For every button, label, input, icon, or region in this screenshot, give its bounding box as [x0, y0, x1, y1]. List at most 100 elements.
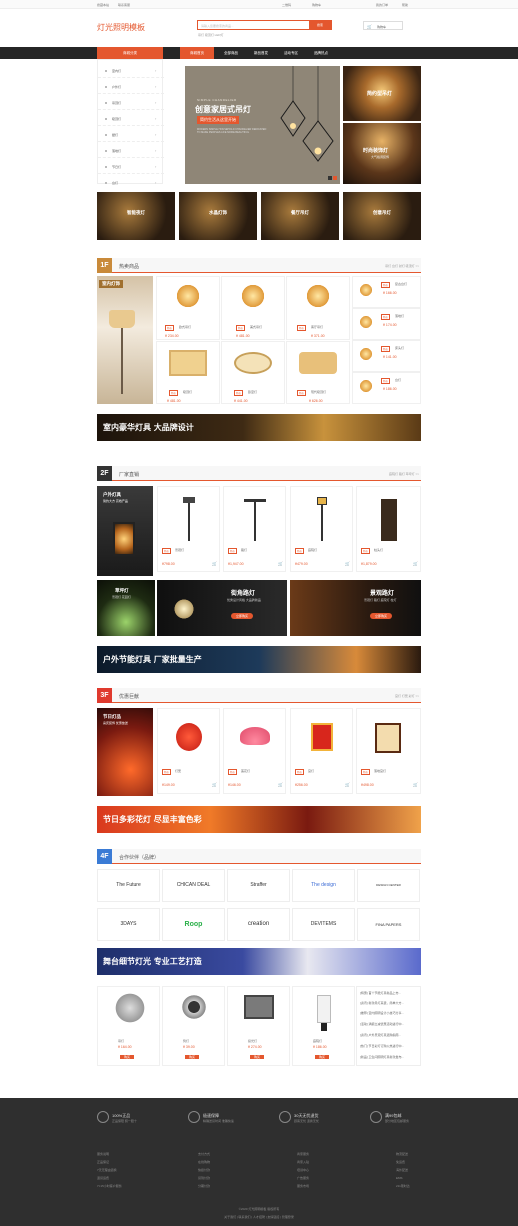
floor-2-feature[interactable]: 户外灯具 简约大方 高档产品: [97, 486, 153, 576]
brand-logo[interactable]: 3DAYS: [97, 908, 160, 941]
orders-link[interactable]: 我的订单: [376, 3, 388, 7]
footer-link[interactable]: 退货运费: [97, 1176, 109, 1180]
product-card[interactable]: 庭院灯 ¥ 186.00 购买: [292, 986, 355, 1066]
qrcode-link[interactable]: 二维码: [282, 3, 291, 7]
footer-link[interactable]: 211限时达: [396, 1184, 410, 1188]
nav-category[interactable]: 商城分类: [97, 47, 163, 59]
footer-link[interactable]: 7×15小时客户服务: [97, 1184, 122, 1188]
floor-3-banner[interactable]: 节日多彩花灯 尽显丰富色彩: [97, 806, 421, 833]
floor-1-banner[interactable]: 室内豪华灯具 大品牌设计: [97, 414, 421, 441]
news-item[interactable]: [新品] 卫生间照明灯具新款发布...: [360, 1055, 404, 1059]
cart-icon[interactable]: 🛒: [345, 561, 350, 566]
product-card[interactable]: 特价 莲花灯 ¥146.00 🛒: [223, 708, 286, 794]
product-card[interactable]: 投光灯 ¥ 274.00 购买: [227, 986, 290, 1066]
brand-logo[interactable]: Roop: [162, 908, 225, 941]
small-product[interactable]: 特价 台灯 ¥ 186.00: [352, 372, 421, 404]
floor-4-banner[interactable]: 舞台细节灯光 专业工艺打造: [97, 948, 421, 975]
news-item[interactable]: [活动] 满额立减优惠活动进行中...: [360, 1022, 404, 1026]
footer-link[interactable]: 7天无理由退换: [97, 1168, 117, 1172]
contact-link[interactable]: 联系客服: [118, 3, 130, 7]
small-product[interactable]: 特价 复古台灯 ¥ 166.00: [352, 276, 421, 308]
product-card[interactable]: 特价 宫灯 ¥256.00 🛒: [290, 708, 353, 794]
nav-item-home[interactable]: 商城首页: [180, 47, 214, 59]
brand-logo[interactable]: FINA PAPERS: [357, 908, 420, 941]
side-item[interactable]: 吊顶灯 ›: [98, 94, 164, 110]
carousel-dot[interactable]: [333, 176, 337, 180]
floor-links[interactable]: 宫灯 灯笼 彩灯 >>: [395, 694, 419, 698]
site-logo[interactable]: 灯光照明模板: [97, 22, 145, 33]
side-item[interactable]: 室内灯 ›: [98, 62, 164, 78]
footer-link[interactable]: 商家服务: [297, 1152, 309, 1156]
buy-button[interactable]: 购买: [120, 1055, 135, 1059]
product-card[interactable]: 特价 柱头灯 ¥1,879.00 🛒: [356, 486, 421, 572]
footer-link[interactable]: EMS: [396, 1176, 403, 1180]
news-item[interactable]: [推荐] 室内照明设计小技巧分享...: [360, 1011, 404, 1015]
side-banner-1[interactable]: 简约型吊灯: [343, 66, 421, 121]
footer-link[interactable]: 培训中心: [297, 1168, 309, 1172]
brand-logo[interactable]: Straffer: [227, 869, 290, 902]
side-banner-2[interactable]: 时尚装饰灯 大气格调装饰: [343, 123, 421, 184]
cart-icon[interactable]: 🛒: [212, 561, 217, 566]
cart-icon[interactable]: 🛒: [345, 782, 350, 787]
product-card[interactable]: 特价 景观灯 ¥798.00 🛒: [157, 486, 220, 572]
side-item[interactable]: 节日灯 ›: [98, 158, 164, 174]
cat-tile[interactable]: 餐厅吊灯: [261, 192, 339, 240]
footer-link[interactable]: 支付方式: [198, 1152, 210, 1156]
brand-logo[interactable]: creation: [227, 908, 290, 941]
buy-now-button[interactable]: 立即购买: [370, 613, 393, 619]
cat-tile[interactable]: 智能夜灯: [97, 192, 175, 240]
cat-tile[interactable]: 水晶灯饰: [179, 192, 257, 240]
cart-icon[interactable]: 🛒: [413, 782, 418, 787]
buy-button[interactable]: 购买: [185, 1055, 200, 1059]
floor-1-feature[interactable]: 室内灯饰: [97, 276, 153, 404]
side-item[interactable]: 落地灯 ›: [98, 142, 164, 158]
brand-logo[interactable]: The Future: [97, 869, 160, 902]
footer-link[interactable]: 服务说明: [97, 1152, 109, 1156]
brand-logo[interactable]: CHICAN DEAL: [162, 869, 225, 902]
product-card[interactable]: 特价 路灯 ¥1,947.00 🛒: [223, 486, 286, 572]
buy-button[interactable]: 购买: [315, 1055, 330, 1059]
news-item[interactable]: [资讯] 新款吊灯来袭，简单大方...: [360, 1001, 404, 1005]
search-button[interactable]: 搜索: [309, 21, 331, 29]
floor-links[interactable]: 庭院灯 路灯 草坪灯 >>: [389, 472, 419, 476]
product-card[interactable]: 特价 欧式吊灯 ¥ 234.00: [156, 276, 220, 340]
help-link[interactable]: 帮助: [402, 3, 408, 7]
brand-logo[interactable]: DESIGN CENTER: [357, 869, 420, 902]
floor-3-feature[interactable]: 节日灯品 喜庆装饰 优惠放送: [97, 708, 153, 796]
floor-links[interactable]: 吊灯 台灯 射灯 吸顶灯 >>: [385, 264, 419, 268]
product-card[interactable]: 特价 客厅吊灯 ¥ 371.00: [286, 276, 350, 340]
footer-link[interactable]: 快捷付款: [198, 1168, 210, 1172]
product-card[interactable]: 特价 卧室灯 ¥ 441.00: [221, 341, 285, 404]
brand-logo[interactable]: The design: [292, 869, 355, 902]
nav-item-activity[interactable]: 活动专区: [274, 47, 308, 59]
footer-link[interactable]: 广告服务: [297, 1176, 309, 1180]
footer-link[interactable]: 货到付款: [198, 1176, 210, 1180]
cat-tile[interactable]: 创意吊灯: [343, 192, 421, 240]
product-card[interactable]: 特价 灯笼 ¥149.00 🛒: [157, 708, 220, 794]
cart-button[interactable]: 🛒 购物车: [363, 21, 403, 30]
product-card[interactable]: 特价 吸顶灯 ¥ 481.00: [156, 341, 220, 404]
side-item[interactable]: 户外灯 ›: [98, 78, 164, 94]
footer-link[interactable]: 分期付款: [198, 1184, 210, 1188]
product-card[interactable]: 特价 现代吸顶灯 ¥ 626.00: [286, 341, 350, 404]
product-card[interactable]: 吊灯 ¥ 164.00 购买: [97, 986, 160, 1066]
product-card[interactable]: 特价 落地宫灯 ¥498.00 🛒: [356, 708, 421, 794]
cart-link[interactable]: 购物车: [312, 3, 321, 7]
footer-link[interactable]: 商家入驻: [297, 1160, 309, 1164]
footer-link[interactable]: 正品保证: [97, 1160, 109, 1164]
footer-link[interactable]: 物流配送: [396, 1152, 408, 1156]
footer-bottom-links[interactable]: 关于我们 | 联系我们 | 人才招聘 | 友情链接 | 管理登录: [0, 1215, 518, 1219]
cart-icon[interactable]: 🛒: [278, 782, 283, 787]
hot-words[interactable]: 吊灯 吸顶灯 LED灯: [198, 33, 224, 37]
cart-icon[interactable]: 🛒: [278, 561, 283, 566]
side-item[interactable]: 吸顶灯 ›: [98, 110, 164, 126]
footer-link[interactable]: 在线购物: [198, 1160, 210, 1164]
favorite-link[interactable]: 搜藏本站: [97, 3, 109, 7]
small-product[interactable]: 特价 落地灯 ¥ 174.00: [352, 308, 421, 340]
product-card[interactable]: 特价 美式吊灯 ¥ 481.00: [221, 276, 285, 340]
product-card[interactable]: 筒灯 ¥ 39.00 购买: [162, 986, 225, 1066]
brand-logo[interactable]: DEVITEMS: [292, 908, 355, 941]
carousel-dot[interactable]: [328, 176, 332, 180]
promo-tile[interactable]: 草坪灯 景观灯 花园灯: [97, 580, 155, 636]
news-item[interactable]: [热门] 节日彩灯订购火热进行中...: [360, 1044, 404, 1048]
